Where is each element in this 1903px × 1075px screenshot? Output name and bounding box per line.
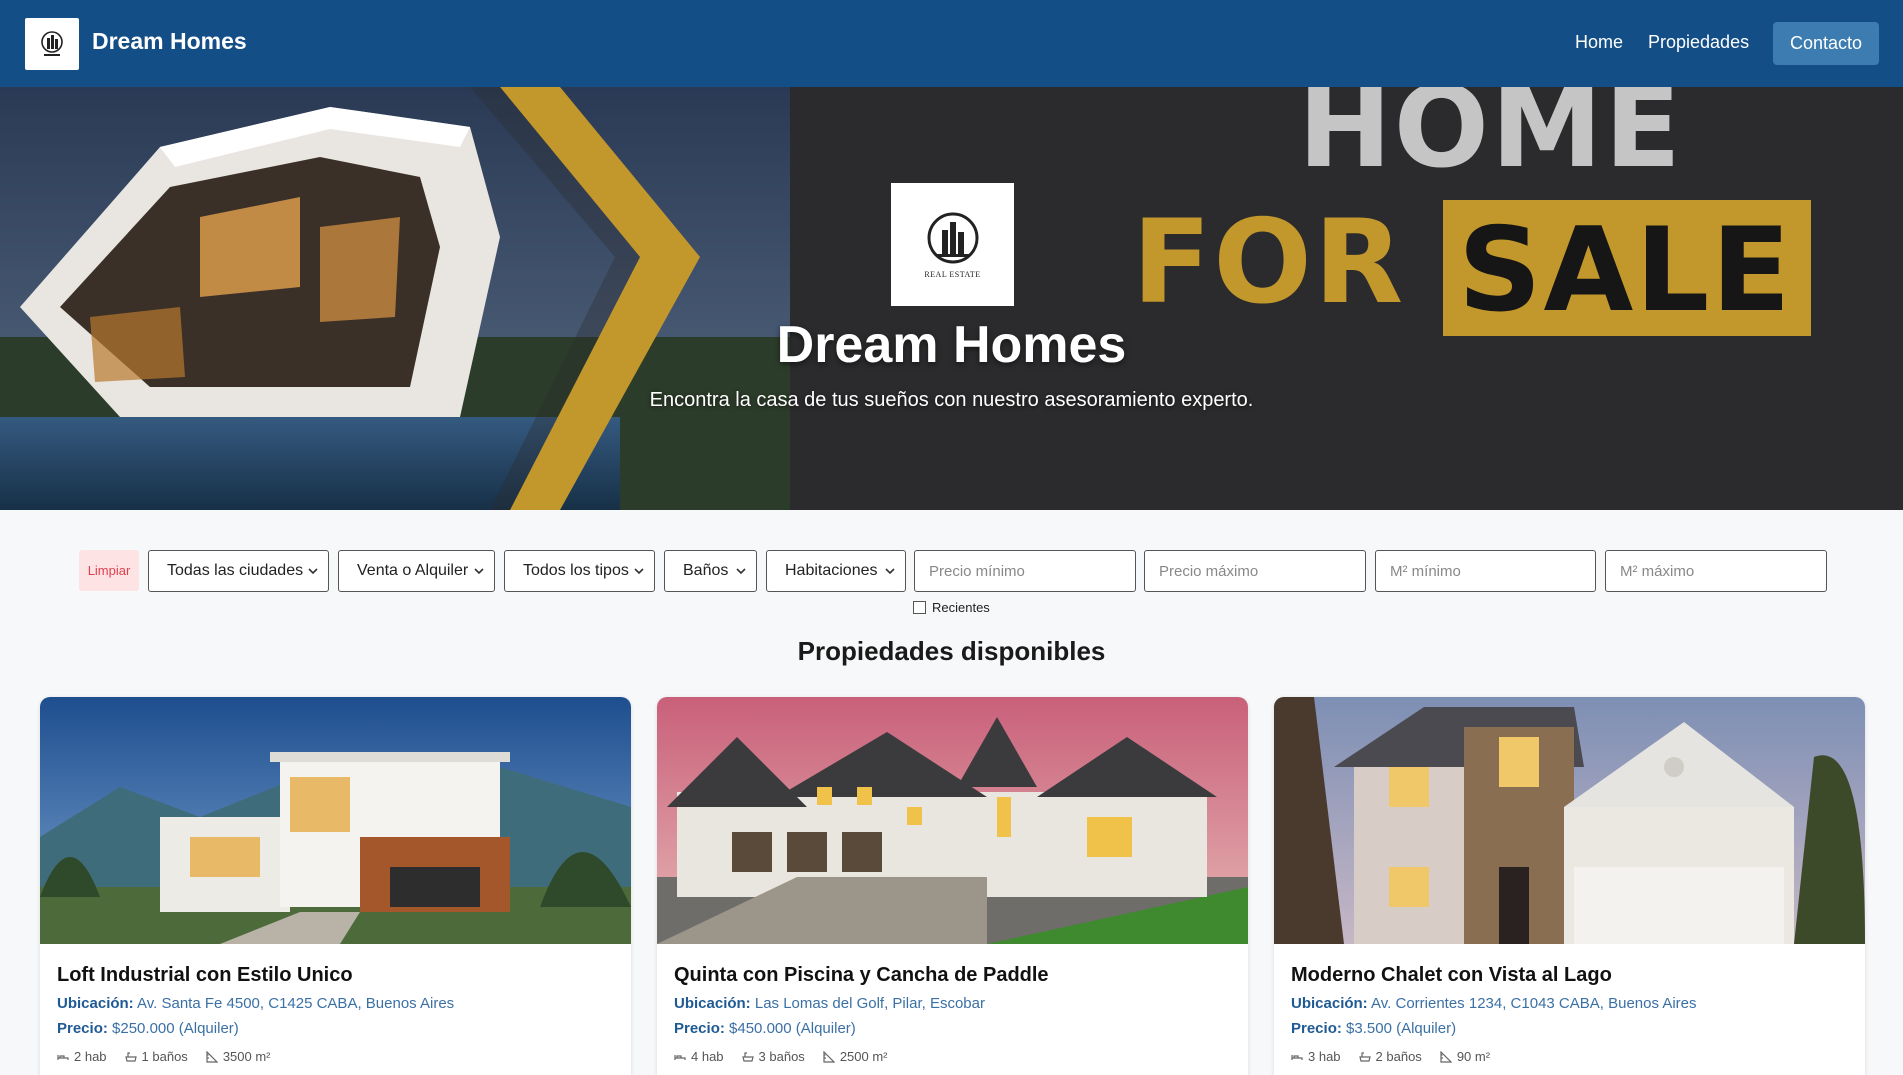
recent-label: Recientes (932, 600, 990, 615)
m2-min-input[interactable]: M² mínimo (1375, 550, 1596, 592)
bed-icon (57, 1054, 69, 1060)
rooms-feature: 3 hab (1291, 1049, 1341, 1064)
baths-select-value: Baños (683, 562, 729, 579)
property-features: 3 hab 2 baños 90 m² (1291, 1049, 1508, 1064)
location-label: Ubicación: (1291, 995, 1368, 1012)
hero-title: Dream Homes (776, 316, 1127, 374)
property-card[interactable]: Loft Industrial con Estilo Unico Ubicaci… (40, 697, 631, 1075)
chevron-down-icon (474, 568, 484, 575)
baths-count: 1 baños (141, 1049, 188, 1064)
property-price: Precio: $3.500 (Alquiler) (1291, 1020, 1456, 1037)
area-feature: 90 m² (1440, 1049, 1490, 1064)
baths-feature: 3 baños (741, 1049, 805, 1064)
recent-filter[interactable]: Recientes (913, 600, 990, 615)
city-select-value: Todas las ciudades (167, 562, 304, 579)
hero-subtitle: Encontra la casa de tus sueños con nuest… (649, 389, 1254, 411)
rooms-count: 2 hab (74, 1049, 107, 1064)
modern-house-banner-image (0, 87, 790, 510)
property-card[interactable]: Quinta con Piscina y Cancha de Paddle Ub… (657, 697, 1248, 1075)
area-feature: 3500 m² (206, 1049, 271, 1064)
baths-select[interactable]: Baños (664, 550, 757, 592)
ruler-icon (206, 1050, 218, 1063)
banner-home-word: HOME (1298, 87, 1683, 193)
area-value: 2500 m² (839, 1049, 888, 1064)
building-logo-icon (41, 31, 63, 56)
location-value: Av. Santa Fe 4500, C1425 CABA, Buenos Ai… (137, 995, 455, 1012)
clear-filters-button[interactable]: Limpiar (79, 550, 139, 591)
nav-home-link[interactable]: Home (1575, 32, 1623, 53)
location-label: Ubicación: (674, 995, 751, 1012)
price-value: $250.000 (Alquiler) (112, 1020, 239, 1037)
price-label: Precio: (57, 1020, 108, 1037)
bed-icon (674, 1054, 686, 1060)
hero-logo: REAL ESTATE (891, 183, 1014, 306)
baths-feature: 1 baños (124, 1049, 188, 1064)
brand-logo[interactable] (25, 18, 79, 70)
property-title[interactable]: Loft Industrial con Estilo Unico (57, 964, 353, 987)
type-select[interactable]: Todos los tipos (504, 550, 655, 592)
baths-count: 2 baños (1375, 1049, 1422, 1064)
area-value: 90 m² (1456, 1049, 1491, 1064)
brand-name[interactable]: Dream Homes (92, 28, 247, 55)
navbar: Dream Homes Home Propiedades Contacto (0, 0, 1903, 87)
rooms-count: 3 hab (1308, 1049, 1341, 1064)
chevron-down-icon (308, 568, 318, 575)
property-image[interactable] (657, 697, 1248, 944)
chevron-down-icon (885, 568, 895, 575)
chevron-down-icon (634, 568, 644, 575)
operation-select[interactable]: Venta o Alquiler (338, 550, 495, 592)
rooms-select-value: Habitaciones (785, 562, 878, 579)
property-image[interactable] (1274, 697, 1865, 944)
price-min-input[interactable]: Precio mínimo (914, 550, 1136, 592)
property-price: Precio: $450.000 (Alquiler) (674, 1020, 856, 1037)
operation-select-value: Venta o Alquiler (357, 562, 469, 579)
nav-properties-link[interactable]: Propiedades (1648, 32, 1749, 53)
baths-feature: 2 baños (1358, 1049, 1422, 1064)
rooms-feature: 4 hab (674, 1049, 724, 1064)
price-label: Precio: (1291, 1020, 1342, 1037)
baths-count: 3 baños (758, 1049, 805, 1064)
price-label: Precio: (674, 1020, 725, 1037)
bath-icon (741, 1051, 754, 1062)
rooms-feature: 2 hab (57, 1049, 107, 1064)
property-features: 4 hab 3 baños 2500 m² (674, 1049, 906, 1064)
section-title: Propiedades disponibles (797, 636, 1106, 666)
property-location: Ubicación: Las Lomas del Golf, Pilar, Es… (674, 995, 985, 1012)
property-location: Ubicación: Av. Corrientes 1234, C1043 CA… (1291, 995, 1697, 1012)
m2-max-input[interactable]: M² máximo (1605, 550, 1827, 592)
ruler-icon (1440, 1050, 1452, 1063)
location-value: Av. Corrientes 1234, C1043 CABA, Buenos … (1371, 995, 1697, 1012)
price-max-input[interactable]: Precio máximo (1144, 550, 1366, 592)
property-title[interactable]: Moderno Chalet con Vista al Lago (1291, 964, 1612, 987)
city-select[interactable]: Todas las ciudades (148, 550, 329, 592)
recent-checkbox[interactable] (913, 601, 926, 614)
property-location: Ubicación: Av. Santa Fe 4500, C1425 CABA… (57, 995, 454, 1012)
logo-text: REAL ESTATE (924, 270, 981, 279)
area-feature: 2500 m² (823, 1049, 888, 1064)
property-features: 2 hab 1 baños 3500 m² (57, 1049, 289, 1064)
banner-for-word: FOR (1132, 195, 1406, 330)
building-logo-icon (927, 212, 978, 264)
location-value: Las Lomas del Golf, Pilar, Escobar (754, 995, 985, 1012)
ruler-icon (823, 1050, 835, 1063)
price-value: $3.500 (Alquiler) (1346, 1020, 1457, 1037)
property-image[interactable] (40, 697, 631, 944)
bath-icon (1358, 1051, 1371, 1062)
property-title[interactable]: Quinta con Piscina y Cancha de Paddle (674, 964, 1049, 987)
area-value: 3500 m² (222, 1049, 271, 1064)
type-select-value: Todos los tipos (523, 562, 629, 579)
location-label: Ubicación: (57, 995, 134, 1012)
property-price: Precio: $250.000 (Alquiler) (57, 1020, 239, 1037)
rooms-count: 4 hab (691, 1049, 724, 1064)
rooms-select[interactable]: Habitaciones (766, 550, 906, 592)
bed-icon (1291, 1054, 1303, 1060)
property-card[interactable]: Moderno Chalet con Vista al Lago Ubicaci… (1274, 697, 1865, 1075)
contact-button[interactable]: Contacto (1773, 22, 1879, 65)
price-value: $450.000 (Alquiler) (729, 1020, 856, 1037)
hero-banner: HOME FOR SALE REAL ESTATE Dream Homes En… (0, 87, 1903, 510)
bath-icon (124, 1051, 137, 1062)
chevron-down-icon (736, 568, 746, 575)
